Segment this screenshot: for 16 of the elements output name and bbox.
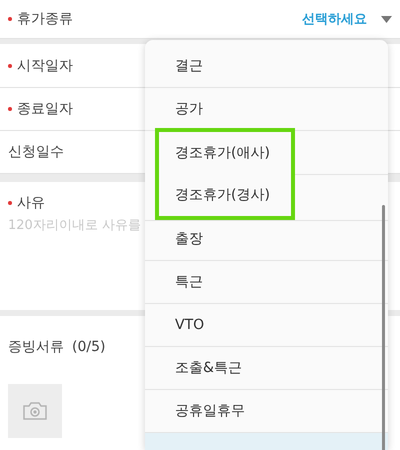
field-label: 시작일자 bbox=[17, 56, 73, 75]
field-label: 종료일자 bbox=[17, 100, 73, 118]
caret-icon[interactable] bbox=[381, 16, 392, 23]
menu-item[interactable]: 경조휴가(애사) bbox=[159, 132, 291, 174]
menu-item[interactable]: 경조휴가(경사) bbox=[159, 174, 291, 216]
form-row[interactable]: 휴가종류 선택하세요 bbox=[0, 0, 400, 40]
field-label: 휴가종류 bbox=[17, 10, 73, 28]
camera-icon bbox=[22, 400, 48, 421]
field-label: 사유 bbox=[17, 194, 45, 212]
field-label: 신청일수 bbox=[8, 143, 64, 162]
attachment-count: (0/5) bbox=[72, 338, 106, 355]
add-photo-button[interactable] bbox=[8, 384, 62, 438]
menu-item[interactable]: 공가 bbox=[145, 88, 388, 131]
field-label: 증빙서류 bbox=[8, 338, 64, 356]
scroll-bar[interactable] bbox=[382, 205, 385, 450]
menu-item[interactable]: 결근 bbox=[145, 45, 388, 88]
